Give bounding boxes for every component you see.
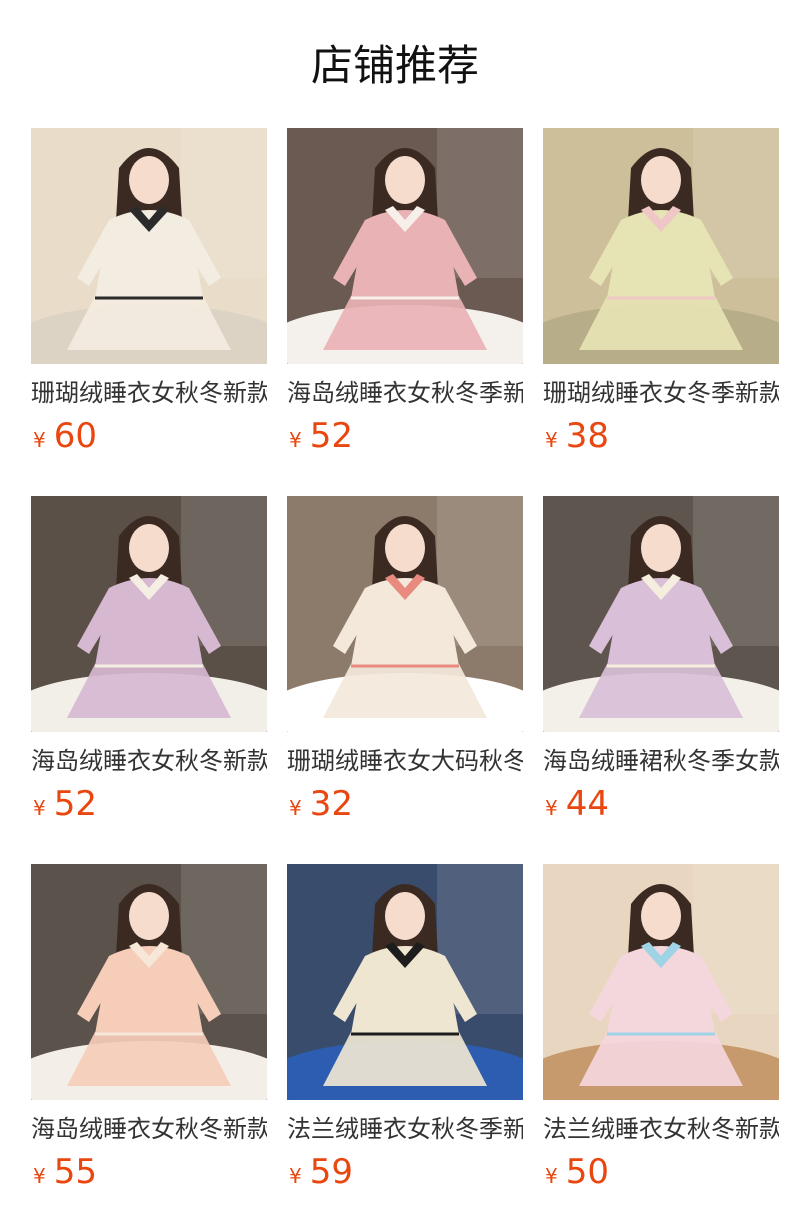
product-image[interactable] [31,496,267,732]
product-card[interactable]: 海岛绒睡衣女秋冬季新款 ¥52 [287,128,523,496]
product-card[interactable]: 海岛绒睡衣女秋冬新款 ¥55 [31,864,267,1232]
model-face [385,156,425,204]
product-title[interactable]: 珊瑚绒睡衣女冬季新款 [543,376,779,410]
currency-symbol: ¥ [289,796,302,820]
model-face [641,524,681,572]
product-title[interactable]: 法兰绒睡衣女秋冬季新款 [287,1112,523,1146]
price-amount: 38 [565,416,609,456]
product-price: ¥50 [543,1152,609,1196]
garment-pants [67,1032,231,1086]
product-price: ¥44 [543,784,609,828]
product-image[interactable] [31,128,267,364]
price-amount: 44 [565,784,609,824]
product-title[interactable]: 海岛绒睡衣女秋冬季新款 [287,376,523,410]
product-image[interactable] [287,128,523,364]
currency-symbol: ¥ [33,796,46,820]
price-amount: 59 [309,1152,353,1192]
model-face [129,892,169,940]
price-amount: 50 [565,1152,609,1192]
product-image[interactable] [31,864,267,1100]
currency-symbol: ¥ [545,428,558,452]
product-title[interactable]: 珊瑚绒睡衣女大码秋冬 [287,744,523,778]
product-grid: 珊瑚绒睡衣女秋冬新款 ¥60 海岛绒睡衣女秋冬季新款 ¥52 珊瑚绒睡衣女冬季新款 ¥38… [31,128,779,1232]
product-price: ¥55 [31,1152,97,1196]
product-price: ¥52 [31,784,97,828]
garment-pants [323,664,487,718]
product-card[interactable]: 法兰绒睡衣女秋冬季新款 ¥59 [287,864,523,1232]
currency-symbol: ¥ [545,796,558,820]
price-amount: 52 [309,416,353,456]
currency-symbol: ¥ [289,1164,302,1188]
product-title[interactable]: 法兰绒睡衣女秋冬新款 [543,1112,779,1146]
product-card[interactable]: 珊瑚绒睡衣女大码秋冬 ¥32 [287,496,523,864]
garment-pants [579,296,743,350]
product-card[interactable]: 海岛绒睡裙秋冬季女款 ¥44 [543,496,779,864]
garment-pants [67,296,231,350]
model-face [385,524,425,572]
garment-pants [579,1032,743,1086]
product-card[interactable]: 珊瑚绒睡衣女冬季新款 ¥38 [543,128,779,496]
model-face [641,156,681,204]
product-price: ¥52 [287,416,353,460]
product-price: ¥60 [31,416,97,460]
page-title: 店铺推荐 [310,41,479,90]
garment-pants [579,664,743,718]
price-amount: 55 [53,1152,97,1192]
product-image[interactable] [287,864,523,1100]
product-title[interactable]: 海岛绒睡裙秋冬季女款 [543,744,779,778]
product-card[interactable]: 法兰绒睡衣女秋冬新款 ¥50 [543,864,779,1232]
currency-symbol: ¥ [33,428,46,452]
product-image[interactable] [543,128,779,364]
product-card[interactable]: 海岛绒睡衣女秋冬新款 ¥52 [31,496,267,864]
product-price: ¥59 [287,1152,353,1196]
currency-symbol: ¥ [33,1164,46,1188]
model-face [641,892,681,940]
product-image[interactable] [543,496,779,732]
product-title[interactable]: 珊瑚绒睡衣女秋冬新款 [31,376,267,410]
currency-symbol: ¥ [545,1164,558,1188]
garment-pants [323,296,487,350]
price-amount: 32 [309,784,353,824]
product-image[interactable] [287,496,523,732]
price-amount: 52 [53,784,97,824]
product-image[interactable] [543,864,779,1100]
model-face [129,524,169,572]
price-amount: 60 [53,416,97,456]
product-price: ¥38 [543,416,609,460]
product-price: ¥32 [287,784,353,828]
product-title[interactable]: 海岛绒睡衣女秋冬新款 [31,1112,267,1146]
garment-pants [67,664,231,718]
model-face [129,156,169,204]
garment-pants [323,1032,487,1086]
product-card[interactable]: 珊瑚绒睡衣女秋冬新款 ¥60 [31,128,267,496]
model-face [385,892,425,940]
currency-symbol: ¥ [289,428,302,452]
product-title[interactable]: 海岛绒睡衣女秋冬新款 [31,744,267,778]
